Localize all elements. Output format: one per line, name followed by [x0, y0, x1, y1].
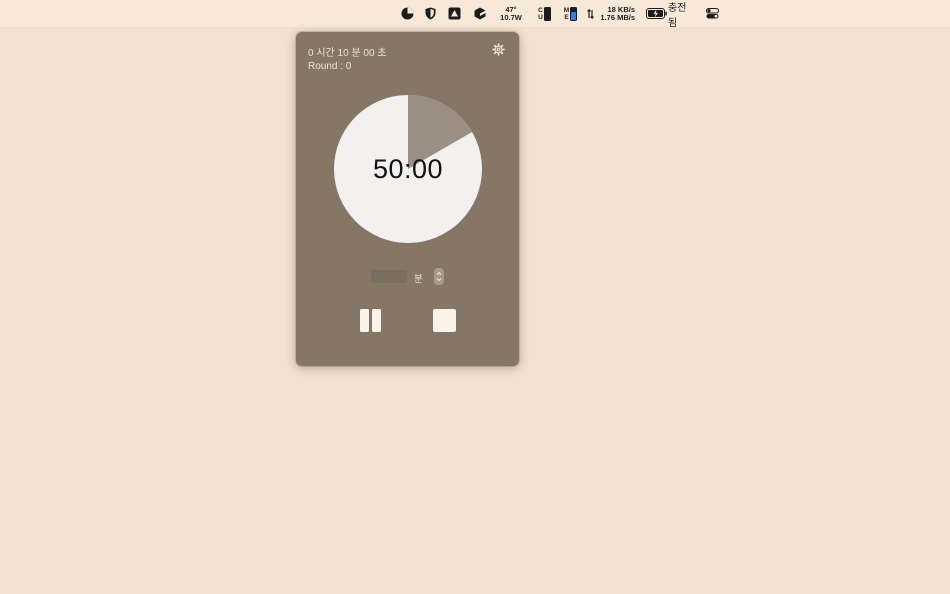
- control-center-icon[interactable]: [705, 0, 720, 27]
- stop-button[interactable]: [433, 309, 456, 332]
- shield-icon[interactable]: [424, 0, 437, 27]
- minutes-unit-label: 분: [414, 274, 423, 285]
- network-speed[interactable]: 18 KB/s 1.76 MB/s: [599, 0, 635, 27]
- cpu-gauge-icon: [543, 6, 551, 21]
- sensor-readout[interactable]: 47° 10.7W: [497, 0, 525, 27]
- timer-popup: 0 시간 10 분 00 초 Round : 0 50:00 분: [296, 32, 519, 366]
- cpu-label-bottom: U: [538, 13, 543, 21]
- memory-label-top: M: [563, 6, 570, 14]
- settings-button[interactable]: [492, 43, 505, 56]
- round-label: Round : 0: [308, 61, 352, 72]
- pie-menu-icon[interactable]: [400, 0, 415, 27]
- battery-status[interactable]: 충전됨: [668, 0, 695, 29]
- minutes-stepper[interactable]: [434, 268, 444, 285]
- network-arrows-icon: [586, 0, 595, 27]
- elapsed-time-label: 0 시간 10 분 00 초: [308, 48, 387, 59]
- countdown-display: 50:00: [372, 153, 444, 184]
- menu-bar: 47° 10.7W C U M E 18 KB/s 1.76 MB/s 충전됨: [0, 0, 950, 29]
- package-icon[interactable]: [473, 0, 487, 27]
- cpu-gauge[interactable]: C U: [536, 0, 553, 27]
- power-value: 10.7W: [500, 12, 522, 22]
- pause-icon: [372, 309, 381, 332]
- memory-label-bottom: E: [564, 13, 569, 21]
- pause-button[interactable]: [359, 309, 382, 332]
- memory-gauge-icon: [570, 6, 578, 21]
- memory-gauge[interactable]: M E: [562, 0, 579, 27]
- download-speed: 1.76 MB/s: [600, 12, 635, 22]
- battery-icon[interactable]: [645, 0, 667, 27]
- gear-icon: [492, 43, 505, 56]
- timer-dial: 50:00: [333, 94, 483, 244]
- drive-icon[interactable]: [447, 0, 461, 27]
- cpu-label-top: C: [538, 6, 543, 14]
- chevron-up-down-icon: [436, 271, 442, 282]
- minutes-input[interactable]: [371, 270, 407, 283]
- pause-icon: [360, 309, 369, 332]
